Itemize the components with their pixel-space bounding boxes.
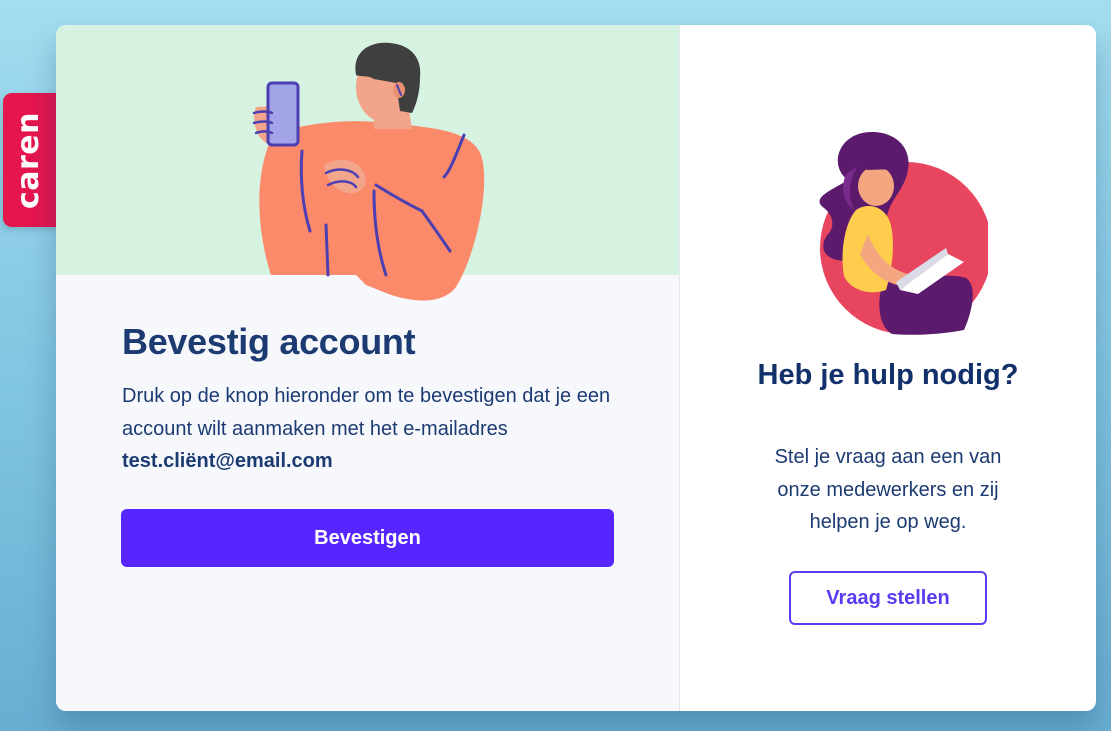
hero-banner — [56, 25, 679, 301]
caren-logo: caren — [11, 111, 47, 209]
confirm-description: Druk op de knop hieronder om te bevestig… — [122, 380, 642, 478]
help-description: Stel je vraag aan een van onze medewerke… — [774, 446, 1002, 533]
help-panel: Heb je hulp nodig? Stel je vraag aan een… — [680, 25, 1096, 711]
woman-with-laptop-illustration — [819, 132, 988, 335]
confirm-panel: Bevestig account Druk op de knop hierond… — [56, 25, 680, 711]
page-title: Bevestig account — [122, 321, 416, 362]
ask-question-button[interactable]: Vraag stellen — [789, 571, 987, 625]
confirm-account-card: Bevestig account Druk op de knop hierond… — [56, 25, 1096, 711]
confirm-email: test.cliënt@email.com — [122, 450, 333, 472]
confirm-description-text: Druk op de knop hieronder om te bevestig… — [122, 385, 611, 440]
confirm-button[interactable]: Bevestigen — [121, 509, 614, 567]
caren-logo-tab[interactable]: caren — [3, 93, 63, 227]
help-title: Heb je hulp nodig? — [757, 359, 1019, 391]
man-with-phone-illustration — [252, 42, 485, 301]
